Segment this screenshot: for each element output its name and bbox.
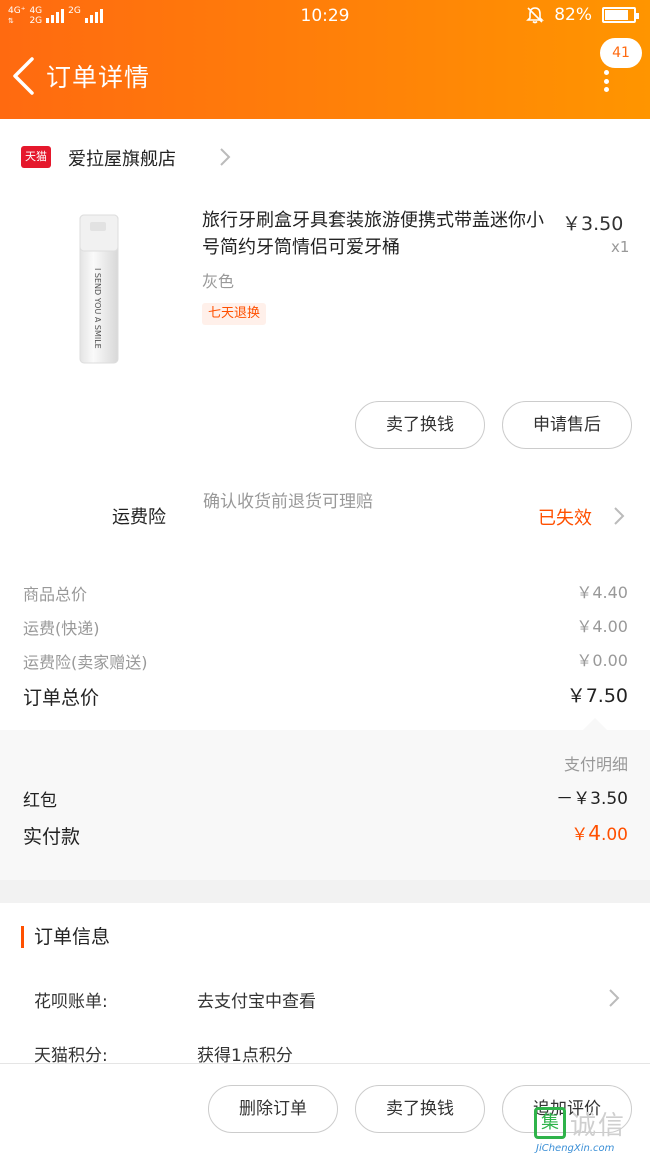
- actual-paid-label: 实付款: [23, 826, 81, 848]
- currency-symbol: ￥: [571, 825, 589, 845]
- product-title[interactable]: 旅行牙刷盒牙具套装旅游便携式带盖迷你小号简约牙筒情侣可爱牙桶: [202, 207, 557, 261]
- sell-for-cash-button[interactable]: 卖了换钱: [355, 401, 485, 449]
- product-sku: 灰色: [202, 272, 235, 291]
- back-arrow-icon[interactable]: [8, 56, 42, 96]
- shipping-value: ￥4.00: [576, 617, 628, 636]
- toothbrush-case-image: I SEND YOU A SMILE: [79, 214, 119, 364]
- watermark-url: JiChengXin.com: [536, 1143, 615, 1154]
- delete-order-button[interactable]: 删除订单: [208, 1085, 338, 1133]
- tmall-badge: 天猫: [21, 146, 51, 168]
- payment-detail-panel: [0, 730, 650, 880]
- watermark-text: 诚信: [570, 1111, 627, 1141]
- battery-icon: [602, 7, 639, 23]
- goods-total-value: ￥4.40: [576, 583, 628, 602]
- freight-insurance-status[interactable]: 已失效: [538, 504, 592, 530]
- product-image[interactable]: I SEND YOU A SMILE: [20, 200, 180, 370]
- paid-decimal: .00: [600, 825, 628, 845]
- payment-detail-label: 支付明细: [563, 755, 628, 774]
- header-bar: 4G⁺ ⇅ 4G 2G 2G 10:29 82% 订单详情 41: [0, 0, 650, 119]
- battery-percent: 82%: [554, 5, 592, 25]
- return-policy-tag: 七天退换: [202, 303, 267, 325]
- order-total-label: 订单总价: [23, 687, 100, 709]
- freight-insurance-desc: 确认收货前退货可理赔: [203, 492, 373, 512]
- shop-row[interactable]: 天猫 爱拉屋旗舰店: [0, 119, 650, 194]
- freight-insurance-label: 运费险: [112, 507, 166, 528]
- goods-total-label: 商品总价: [23, 585, 88, 604]
- shipping-label: 运费(快递): [23, 619, 100, 638]
- page-title: 订单详情: [46, 63, 151, 92]
- insurance-fee-label: 运费险(卖家赠送): [23, 653, 148, 672]
- paid-integer: 4: [588, 821, 601, 845]
- red-packet-label: 红包: [23, 791, 57, 811]
- product-quantity: x1: [611, 238, 630, 256]
- watermark-logo: 集 诚信 JiChengXin.com: [530, 1103, 650, 1155]
- watermark-box: 集: [534, 1107, 566, 1139]
- sell-for-cash-bottom-button[interactable]: 卖了换钱: [355, 1085, 485, 1133]
- red-packet-value: －￥3.50: [556, 789, 628, 809]
- product-image-label: I SEND YOU A SMILE: [93, 268, 102, 349]
- product-price: ￥3.50: [562, 213, 624, 235]
- mute-bell-icon: [526, 7, 545, 24]
- huabei-bill-label: 花呗账单:: [34, 992, 108, 1012]
- insurance-fee-value: ￥0.00: [576, 651, 628, 670]
- more-menu-icon[interactable]: [603, 70, 609, 92]
- apply-after-sale-button[interactable]: 申请售后: [502, 401, 632, 449]
- order-total-value: ￥7.50: [566, 685, 628, 707]
- section-divider: [0, 880, 650, 903]
- status-right: 82%: [526, 5, 639, 25]
- order-info-title: 订单信息: [21, 926, 110, 948]
- payment-caret: [583, 718, 607, 730]
- message-count-badge[interactable]: 41: [600, 38, 642, 68]
- shop-name[interactable]: 爱拉屋旗舰店: [68, 145, 176, 171]
- chevron-right-icon: [220, 148, 231, 166]
- chevron-right-icon[interactable]: [612, 505, 626, 527]
- status-bar: 4G⁺ ⇅ 4G 2G 2G 10:29 82%: [0, 0, 650, 34]
- huabei-bill-value[interactable]: 去支付宝中查看: [197, 987, 316, 1012]
- chevron-right-icon[interactable]: [607, 987, 621, 1009]
- battery-level: [605, 10, 628, 20]
- actual-paid-value: ￥4.00: [571, 820, 628, 845]
